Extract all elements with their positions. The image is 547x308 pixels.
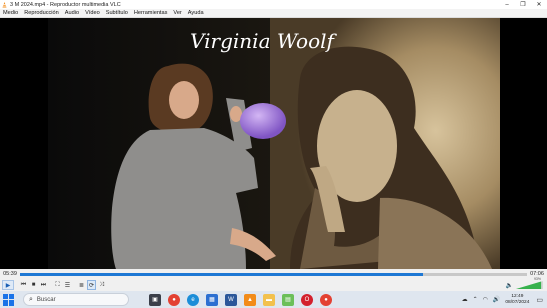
title-bar: 3 M 2024.mp4 - Reproductor multimedia VL…: [0, 0, 547, 9]
video-frame: Virginia Woolf: [48, 18, 500, 269]
photos-icon[interactable]: ▤: [282, 293, 294, 306]
opera-icon[interactable]: O: [301, 293, 313, 306]
window-controls: – ❐ ✕: [499, 0, 547, 9]
extended-settings-button[interactable]: ☰: [63, 280, 72, 290]
menu-audio[interactable]: Audio: [62, 10, 82, 16]
playback-controls: ▶ ⏮ ■ ⏭ ⛶ ☰ ≣ ⟳ ⤨ 🔈 93%: [0, 277, 547, 291]
play-button[interactable]: ▶: [2, 280, 14, 290]
word-icon[interactable]: W: [225, 293, 237, 306]
menu-ver[interactable]: Ver: [170, 10, 184, 16]
task-view-icon[interactable]: ▣: [149, 293, 161, 306]
next-button[interactable]: ⏭: [39, 280, 48, 290]
shuffle-button[interactable]: ⤨: [97, 280, 106, 290]
menu-ayuda[interactable]: Ayuda: [185, 10, 207, 16]
clock[interactable]: 12:49 08/07/2024: [505, 294, 529, 306]
seek-slider[interactable]: [20, 272, 527, 276]
close-button[interactable]: ✕: [531, 0, 547, 9]
menu-herramientas[interactable]: Herramientas: [131, 10, 171, 16]
balloon: [240, 103, 286, 139]
vlc-cone-icon: [2, 1, 7, 7]
search-box[interactable]: ⌕ Buscar: [23, 293, 129, 306]
menu-reproduccion[interactable]: Reproducción: [21, 10, 62, 16]
menu-video[interactable]: Vídeo: [82, 10, 103, 16]
seek-bar: 05:39 07:06: [0, 269, 547, 279]
video-caption: Virginia Woolf: [190, 29, 337, 53]
volume-wedge: [516, 281, 543, 289]
chrome-2-icon[interactable]: ●: [320, 293, 332, 306]
edge-icon[interactable]: e: [187, 293, 199, 306]
system-tray: ☁ ⌃ ◠ 🔊 12:49 08/07/2024 ▭: [462, 291, 547, 308]
maximize-button[interactable]: ❐: [515, 0, 531, 9]
chrome-icon[interactable]: ●: [168, 293, 180, 306]
volume-tray-icon[interactable]: 🔊: [493, 296, 500, 303]
elapsed-time: 05:39: [3, 271, 17, 277]
speaker-icon[interactable]: 🔈: [506, 282, 513, 289]
folder-icon[interactable]: ▬: [263, 293, 275, 306]
weather-icon[interactable]: ☁: [462, 296, 468, 303]
taskbar-apps: ▣ ● e ▦ W ▲ ▬ ▤ O ●: [149, 293, 339, 306]
start-button[interactable]: [3, 293, 15, 306]
taskbar: ⌕ Buscar ▣ ● e ▦ W ▲ ▬ ▤ O ● ☁ ⌃ ◠ 🔊 12:…: [0, 291, 547, 308]
search-icon: ⌕: [29, 295, 33, 303]
volume-slider[interactable]: 93%: [516, 277, 543, 289]
menu-bar: Medio Reproducción Audio Vídeo Subtítulo…: [0, 9, 547, 18]
menu-medio[interactable]: Medio: [0, 10, 21, 16]
fullscreen-button[interactable]: ⛶: [53, 280, 62, 290]
stop-button[interactable]: ■: [29, 280, 38, 290]
volume-percent: 93%: [533, 277, 541, 281]
loop-button[interactable]: ⟳: [87, 280, 96, 290]
volume-area: 🔈 93%: [506, 277, 543, 289]
store-icon[interactable]: ▦: [206, 293, 218, 306]
chevron-up-icon[interactable]: ⌃: [473, 296, 478, 303]
video-area[interactable]: Virginia Woolf: [0, 18, 547, 269]
seek-progress: [20, 272, 424, 276]
window-title: 3 M 2024.mp4 - Reproductor multimedia VL…: [10, 1, 121, 8]
minimize-button[interactable]: –: [499, 0, 515, 9]
search-placeholder: Buscar: [36, 296, 56, 303]
notifications-icon[interactable]: ▭: [536, 296, 543, 304]
network-icon[interactable]: ◠: [483, 296, 488, 303]
vlc-icon[interactable]: ▲: [244, 293, 256, 306]
previous-button[interactable]: ⏮: [19, 280, 28, 290]
menu-subtitulo[interactable]: Subtítulo: [103, 10, 131, 16]
playlist-button[interactable]: ≣: [77, 280, 86, 290]
clock-date: 08/07/2024: [505, 299, 530, 305]
